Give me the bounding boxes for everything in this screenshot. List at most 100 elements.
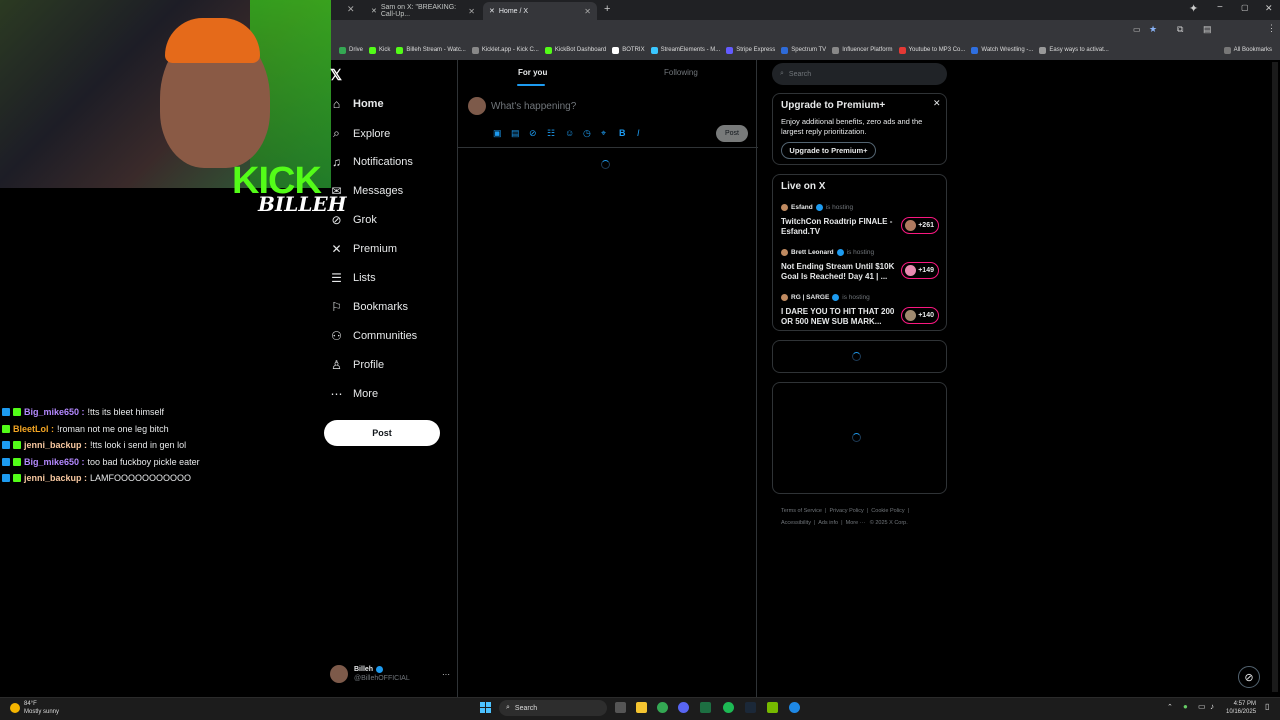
nvidia-icon[interactable] [767, 702, 778, 713]
nav-notifications[interactable]: ♫ Notifications [330, 155, 413, 169]
upgrade-button[interactable]: Upgrade to Premium+ [781, 142, 876, 159]
taskbar-search[interactable]: ⌕ Search [499, 700, 607, 716]
bookmark-item[interactable]: KickBot Dashboard [544, 46, 606, 54]
file-explorer-icon[interactable] [636, 702, 647, 713]
bookmark-item[interactable]: Kick [369, 46, 390, 54]
footer-link[interactable]: Privacy Policy [830, 508, 864, 514]
spotify-icon[interactable] [723, 702, 734, 713]
nav-grok[interactable]: ⊘ Grok [330, 213, 376, 227]
sidepanel-icon[interactable]: ▤ [1203, 24, 1212, 35]
bookmark-item[interactable]: BOTRIX [612, 46, 645, 54]
badge-icon [13, 408, 21, 417]
mic-icon[interactable]: ● [1183, 702, 1188, 711]
close-icon[interactable]: ✕ [584, 7, 591, 16]
extensions-icon[interactable]: ⧉ [1177, 24, 1183, 35]
nav-premium[interactable]: ✕ Premium [330, 242, 397, 256]
image-icon[interactable]: ▣ [493, 128, 502, 139]
more-icon[interactable]: ··· [442, 670, 450, 679]
bookmark-item[interactable]: Spectrum TV [781, 46, 826, 54]
steam-icon[interactable] [745, 702, 756, 713]
bookmark-item[interactable]: Stripe Express [726, 46, 775, 54]
nav-home[interactable]: ⌂ Home [330, 97, 384, 111]
nav-communities[interactable]: ⚇ Communities [330, 329, 417, 343]
chevron-up-icon[interactable]: ⌃ [1167, 703, 1173, 711]
bookmark-item[interactable]: Kicklet.app - Kick C... [471, 46, 539, 54]
close-icon[interactable]: ✕ [933, 98, 941, 109]
tab-search-icon[interactable]: ✦ [1189, 2, 1198, 15]
gif-icon[interactable]: ▤ [511, 128, 520, 139]
post-button[interactable]: Post [324, 420, 440, 446]
composer-post-button[interactable]: Post [716, 125, 748, 142]
emoji-icon[interactable]: ☺ [565, 128, 574, 138]
all-bookmarks[interactable]: All Bookmarks [1223, 46, 1272, 54]
listener-pill[interactable]: +261 [901, 217, 939, 234]
bookmark-item[interactable]: StreamElements - M... [650, 46, 720, 54]
footer-link[interactable]: More ··· [846, 520, 866, 526]
italic-icon[interactable]: I [637, 128, 640, 138]
scrollbar[interactable] [1272, 62, 1278, 692]
bookmark-item[interactable]: Drive [339, 46, 363, 54]
bookmark-item[interactable]: Youtube to MP3 Co... [898, 46, 965, 54]
location-icon[interactable]: ⌖ [601, 128, 606, 139]
windows-start-icon[interactable] [480, 702, 491, 713]
nav-messages[interactable]: ✉ Messages [330, 184, 403, 198]
system-clock[interactable]: 4:57 PM 10/16/2025 [1226, 700, 1256, 716]
footer-link[interactable]: Terms of Service [781, 508, 822, 514]
excel-icon[interactable] [700, 702, 711, 713]
footer-link[interactable]: Accessibility [781, 520, 811, 526]
bookmark-item[interactable]: Watch Wrestling -... [971, 46, 1033, 54]
chrome-icon[interactable] [657, 702, 668, 713]
home-icon: ⌂ [332, 97, 341, 111]
tab-for-you[interactable]: For you [518, 68, 547, 77]
account-switcher[interactable]: Billeh @BillehOFFICIAL ··· [330, 662, 450, 686]
grok-icon[interactable]: ⊘ [529, 128, 537, 139]
poll-icon[interactable]: ☷ [547, 128, 555, 139]
listener-pill[interactable]: +149 [901, 262, 939, 279]
live-host[interactable]: Esfand is hosting [781, 204, 853, 211]
space-title[interactable]: I DARE YOU TO HIT THAT 200 OR 500 NEW SU… [781, 307, 896, 327]
minimize-icon[interactable]: − [1217, 2, 1223, 13]
nav-more[interactable]: ⋯ More [330, 387, 379, 401]
footer-link[interactable]: Cookie Policy [871, 508, 904, 514]
notification-icon[interactable]: ▯ [1265, 702, 1269, 711]
nav-lists[interactable]: ☰ Lists [330, 271, 376, 285]
bookmark-item[interactable]: Easy ways to activat... [1039, 46, 1109, 54]
nav-explore[interactable]: ⌕ Explore [330, 126, 390, 141]
space-title[interactable]: Not Ending Stream Until $10K Goal Is Rea… [781, 262, 896, 282]
live-host[interactable]: RG | SARGE is hosting [781, 294, 870, 301]
weather-widget[interactable]: 84°F Mostly sunny [10, 700, 59, 716]
task-view-icon[interactable] [615, 702, 626, 713]
discord-icon[interactable] [678, 702, 689, 713]
cast-icon[interactable]: ▭ [1133, 25, 1141, 34]
nav-bookmarks[interactable]: ⚐ Bookmarks [330, 300, 408, 314]
browser-tab[interactable]: ✕ Sam on X: "BREAKING: Call-Up... ✕ [365, 2, 481, 20]
grok-icon[interactable]: ⊘ [1238, 666, 1260, 688]
window-close-icon[interactable]: ✕ [1265, 3, 1273, 14]
network-icon[interactable]: ▭ [1198, 702, 1206, 711]
live-host[interactable]: Brett Leonard is hosting [781, 249, 874, 256]
browser-tab-active[interactable]: ✕ Home / X ✕ [483, 2, 597, 20]
maximize-icon[interactable]: ▢ [1241, 3, 1249, 12]
bold-icon[interactable]: B [619, 128, 626, 138]
composer-input[interactable]: What's happening? [491, 101, 576, 112]
listener-pill[interactable]: +140 [901, 307, 939, 324]
volume-icon[interactable]: ♪ [1210, 702, 1214, 711]
menu-icon[interactable]: ⋮ [1267, 23, 1276, 34]
live-title: Live on X [781, 181, 826, 192]
close-icon[interactable]: ✕ [347, 4, 355, 15]
app-icon[interactable] [789, 702, 800, 713]
search-input[interactable]: ⌕ Search [772, 63, 947, 85]
tab-following[interactable]: Following [664, 68, 698, 77]
close-icon[interactable]: ✕ [468, 7, 475, 16]
new-tab-icon[interactable]: + [604, 3, 610, 15]
footer-link[interactable]: Ads info [818, 520, 838, 526]
star-icon[interactable]: ★ [1149, 24, 1157, 35]
schedule-icon[interactable]: ◷ [583, 128, 591, 139]
space-title[interactable]: TwitchCon Roadtrip FINALE - Esfand.TV [781, 217, 896, 237]
bookmark-item[interactable]: Influencer Platform [832, 46, 893, 54]
bell-icon: ♫ [332, 155, 341, 169]
avatar [781, 249, 788, 256]
bookmark-item[interactable]: Billeh Stream - Watc... [396, 46, 466, 54]
x-logo-icon[interactable]: 𝕏 [330, 66, 342, 84]
nav-profile[interactable]: ♙ Profile [330, 358, 384, 372]
